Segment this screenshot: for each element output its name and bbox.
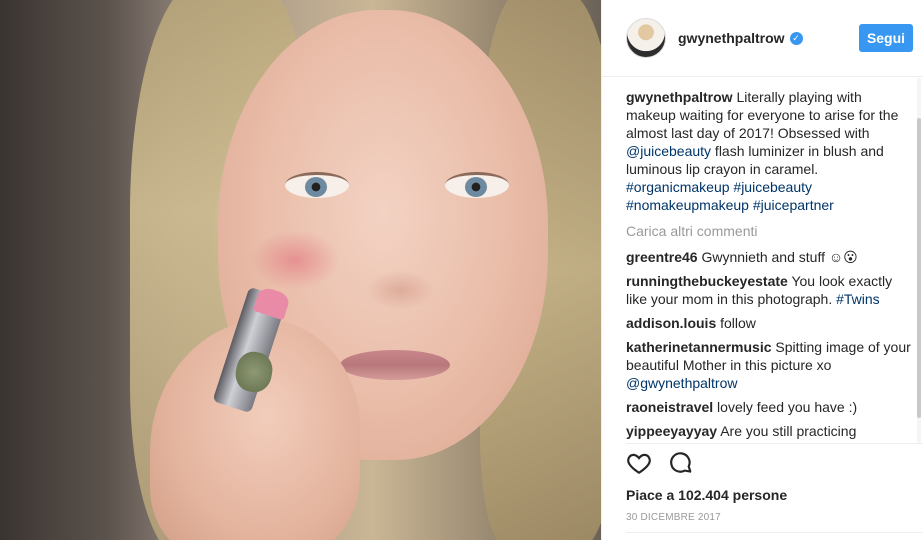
comment-mention[interactable]: @gwynethpaltrow <box>626 375 738 391</box>
post-side-panel: gwynethpaltrow ✓ Segui gwynethpaltrow Li… <box>601 0 923 540</box>
caption-hashtag[interactable]: #juicepartner <box>753 197 834 213</box>
comment-item: yippeeyayyay Are you still practicing <box>626 422 913 440</box>
comment-user[interactable]: yippeeyayyay <box>626 423 717 439</box>
verified-badge-icon: ✓ <box>789 31 803 45</box>
author-username[interactable]: gwynethpaltrow <box>678 30 785 46</box>
likes-count[interactable]: Piace a 102.404 persone <box>626 487 787 503</box>
comment-text: follow <box>716 315 756 331</box>
comment-item: addison.louis follow <box>626 314 913 332</box>
caption-hashtag[interactable]: #organicmakeup <box>626 179 730 195</box>
photo-lips <box>340 350 450 380</box>
instagram-post: gwynethpaltrow ✓ Segui gwynethpaltrow Li… <box>0 0 923 540</box>
comment-item: raoneistravel lovely feed you have :) <box>626 398 913 416</box>
photo-eye-right <box>445 172 509 198</box>
caption-mention[interactable]: @juicebeauty <box>626 143 711 159</box>
post-date: 30 DICEMBRE 2017 <box>626 512 721 523</box>
caption-author[interactable]: gwynethpaltrow <box>626 89 733 105</box>
comment-icon[interactable] <box>668 450 694 476</box>
caption-hashtag[interactable]: #nomakeupmakeup <box>626 197 749 213</box>
photo-nose <box>365 270 435 310</box>
comment-text: Gwynnieth and stuff ☺😮 <box>697 249 858 265</box>
comment-user[interactable]: addison.louis <box>626 315 716 331</box>
heart-icon[interactable] <box>626 450 652 476</box>
divider <box>626 532 923 533</box>
avatar[interactable] <box>626 18 666 58</box>
comment-text: lovely feed you have :) <box>713 399 858 415</box>
divider <box>626 443 923 444</box>
comment-item: runningthebuckeyestate You look exactly … <box>626 272 913 308</box>
comment-item: katherinetannermusic Spitting image of y… <box>626 338 913 392</box>
comment-user[interactable]: katherinetannermusic <box>626 339 772 355</box>
post-photo[interactable] <box>0 0 601 540</box>
photo-eye-left <box>285 172 349 198</box>
comment-user[interactable]: greentre46 <box>626 249 698 265</box>
comments-scrollbar[interactable] <box>917 78 921 443</box>
post-actions <box>626 450 694 476</box>
post-header: gwynethpaltrow ✓ Segui <box>602 0 923 77</box>
comment-text: Are you still practicing <box>717 423 857 439</box>
load-more-comments-link[interactable]: Carica altri commenti <box>626 222 913 240</box>
caption: gwynethpaltrow Literally playing with ma… <box>626 88 913 214</box>
comment-hashtag[interactable]: #Twins <box>836 291 880 307</box>
comment-user[interactable]: runningthebuckeyestate <box>626 273 788 289</box>
comments-list[interactable]: gwynethpaltrow Literally playing with ma… <box>626 88 913 442</box>
comment-user[interactable]: raoneistravel <box>626 399 713 415</box>
comment-item: greentre46 Gwynnieth and stuff ☺😮 <box>626 248 913 266</box>
caption-hashtag[interactable]: #juicebeauty <box>733 179 812 195</box>
photo-cheek-blush <box>250 230 340 290</box>
follow-button[interactable]: Segui <box>859 24 913 52</box>
